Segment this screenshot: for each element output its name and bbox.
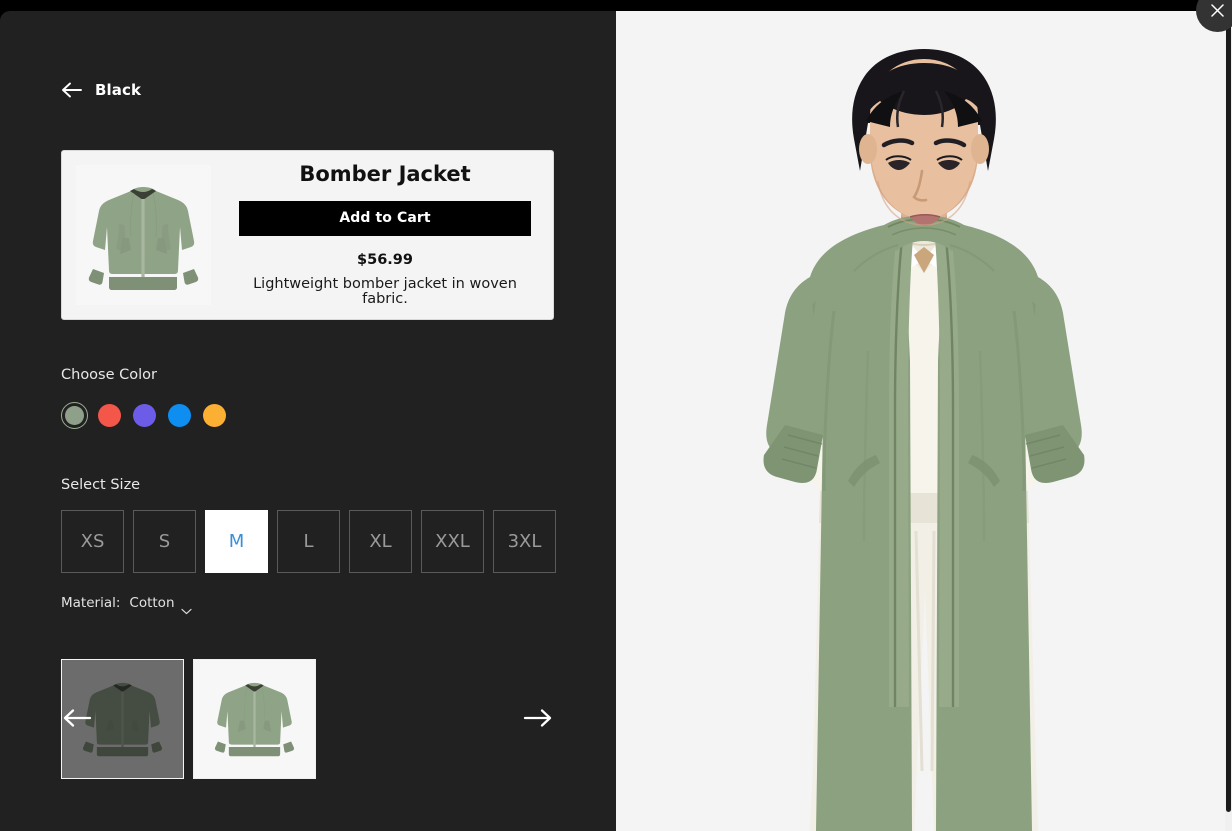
size-option-3xl[interactable]: 3XL	[493, 510, 556, 573]
top-black-strip	[0, 0, 1232, 11]
thumbnail-strip	[61, 659, 316, 779]
scrollbar-thumb[interactable]	[1226, 6, 1231, 812]
color-swatch-purple[interactable]	[131, 402, 158, 429]
size-option-m[interactable]: M	[205, 510, 268, 573]
left-options-panel: Black Bomber Jacket Add to Cart $56.99 L…	[0, 11, 616, 831]
product-description: Lightweight bomber jacket in woven fabri…	[253, 276, 517, 307]
back-button[interactable]: Black	[61, 81, 141, 99]
swatch-dot	[168, 404, 191, 427]
close-icon	[1211, 4, 1224, 17]
material-value: Cotton	[129, 595, 175, 611]
color-swatch-sage-green[interactable]	[61, 402, 88, 429]
chevron-down-icon	[180, 600, 192, 614]
choose-color-label: Choose Color	[61, 367, 157, 383]
product-title: Bomber Jacket	[299, 161, 471, 186]
hero-product-image	[616, 11, 1232, 831]
product-price: $56.99	[357, 251, 413, 268]
carousel-prev-button[interactable]	[62, 705, 92, 731]
swatch-dot	[65, 406, 84, 425]
thumbnail-item-2[interactable]	[193, 659, 316, 779]
color-swatch-row	[61, 402, 228, 429]
material-dropdown[interactable]: Cotton	[129, 595, 192, 614]
add-to-cart-button[interactable]: Add to Cart	[239, 200, 531, 236]
size-option-xxl[interactable]: XXL	[421, 510, 484, 573]
size-option-xs[interactable]: XS	[61, 510, 124, 573]
back-label: Black	[95, 81, 142, 99]
product-card: Bomber Jacket Add to Cart $56.99 Lightwe…	[61, 150, 554, 320]
arrow-left-icon	[61, 81, 82, 99]
swatch-dot	[98, 404, 121, 427]
swatch-dot	[203, 404, 226, 427]
size-option-s[interactable]: S	[133, 510, 196, 573]
material-label: Material:	[61, 595, 121, 611]
size-option-l[interactable]: L	[277, 510, 340, 573]
color-swatch-amber[interactable]	[201, 402, 228, 429]
size-option-row: XS S M L XL XXL 3XL	[61, 510, 556, 573]
carousel-next-button[interactable]	[523, 705, 553, 731]
product-card-thumbnail	[76, 165, 211, 305]
material-row: Material: Cotton	[61, 595, 192, 614]
product-detail-screen: Black Bomber Jacket Add to Cart $56.99 L…	[0, 0, 1232, 831]
select-size-label: Select Size	[61, 477, 141, 493]
image-thumbnail-carousel	[61, 659, 556, 779]
hero-image-panel	[616, 11, 1232, 831]
color-swatch-blue[interactable]	[166, 402, 193, 429]
size-option-xl[interactable]: XL	[349, 510, 412, 573]
swatch-dot	[133, 404, 156, 427]
product-card-body: Bomber Jacket Add to Cart $56.99 Lightwe…	[231, 161, 539, 307]
color-swatch-red[interactable]	[96, 402, 123, 429]
